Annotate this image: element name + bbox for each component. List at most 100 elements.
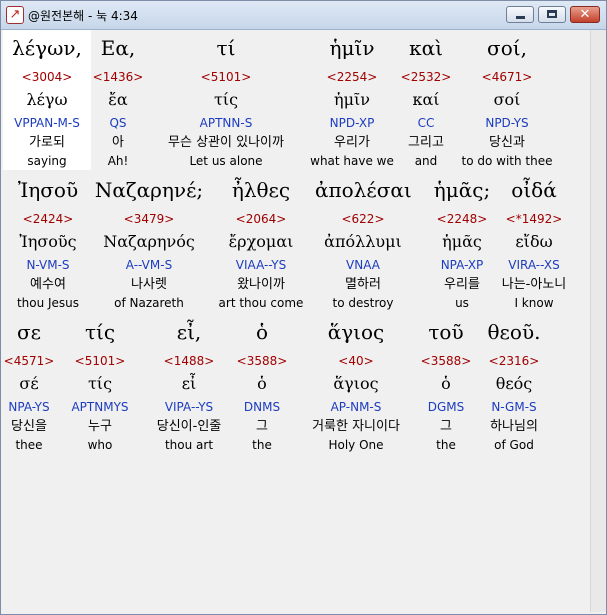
- strong-number: <3004>: [21, 70, 73, 84]
- greek-word: ἀπολέσαι: [315, 178, 412, 202]
- strong-number: <2248>: [436, 212, 488, 226]
- word-token[interactable]: ἡμᾶς; <2248> ἡμᾶς NPA-XP 우리를 us: [431, 172, 493, 312]
- english-gloss: and: [414, 154, 438, 168]
- parsing-code: VPPAN-M-S: [14, 116, 80, 130]
- strong-number: <1436>: [92, 70, 144, 84]
- word-token[interactable]: εἶ, <1488> εἶ VIPA--YS 당신이-인줄 thou art: [141, 314, 237, 454]
- interlinear-window: ↗ @원전본해 - 눅 4:34 ✕ λέγων, <3004> λέγω VPPAN…: [0, 0, 607, 615]
- lexical-form: ἅγιος: [333, 374, 379, 393]
- strong-number: <3588>: [420, 354, 472, 368]
- title-bar[interactable]: ↗ @원전본해 - 눅 4:34 ✕: [1, 1, 606, 30]
- strong-number: <5101>: [74, 354, 126, 368]
- strong-number: <40>: [338, 354, 374, 368]
- english-gloss: of Nazareth: [114, 296, 184, 310]
- parsing-code: AP-NM-S: [330, 400, 382, 414]
- english-gloss: Holy One: [328, 438, 384, 452]
- greek-word: λέγων,: [12, 36, 82, 60]
- word-token[interactable]: Ναζαρηνέ; <3479> Ναζαρηνός A--VM-S 나사렛 of Naz…: [94, 172, 204, 312]
- lexical-form: καί: [412, 90, 440, 109]
- word-token[interactable]: καὶ <2532> καί CC 그리고 and: [395, 30, 457, 170]
- word-token[interactable]: ἀπολέσαι <622> ἀπόλλυμι VNAA 멸하러 to destroy: [315, 172, 412, 312]
- parsing-code: APTNN-S: [199, 116, 253, 130]
- minimize-button[interactable]: [506, 6, 534, 23]
- strong-number: <5101>: [200, 70, 252, 84]
- lexical-form: ὁ: [257, 374, 267, 393]
- greek-word: Ναζαρηνέ;: [94, 178, 204, 202]
- greek-word: Ἰησοῦ: [17, 178, 79, 202]
- korean-gloss: 우리가: [334, 135, 370, 150]
- word-token[interactable]: τοῦ <3588> ὁ DGMS 그 the: [420, 314, 472, 454]
- lexical-form: ὁ: [441, 374, 451, 393]
- strong-number: <*1492>: [505, 212, 563, 226]
- word-token[interactable]: Εα, <1436> ἔα QS 아 Ah!: [92, 30, 144, 170]
- parsing-code: VIRA--XS: [508, 258, 560, 272]
- word-token[interactable]: Ἰησοῦ <2424> Ἰησοῦς N-VM-S 예수여 thou Jesus: [4, 172, 92, 312]
- greek-word: τίς: [84, 320, 116, 344]
- greek-word: θεοῦ.: [487, 320, 541, 344]
- word-token[interactable]: τί <5101> τίς APTNN-S 무슨 상관이 있나이까 Let us alon…: [148, 30, 304, 170]
- korean-gloss: 당신과: [489, 135, 525, 150]
- strong-number: <2532>: [400, 70, 452, 84]
- word-token[interactable]: ἡμῖν <2254> ἡμῖν NPD-XP 우리가 what have we: [307, 30, 397, 170]
- english-gloss: of God: [494, 438, 534, 452]
- english-gloss: what have we: [310, 154, 394, 168]
- lexical-form: ἔα: [108, 90, 128, 109]
- greek-word: Εα,: [100, 36, 136, 60]
- close-icon: ✕: [579, 7, 591, 22]
- korean-gloss: 우리를: [444, 277, 480, 292]
- lexical-form: τίς: [87, 374, 113, 393]
- word-token[interactable]: οἶδά <*1492> εἴδω VIRA--XS 나는-아노니 I know: [492, 172, 576, 312]
- strong-number: <4671>: [481, 70, 533, 84]
- greek-word: οἶδά: [511, 178, 557, 202]
- english-gloss: thou Jesus: [16, 296, 80, 310]
- lexical-form: ἡμῖν: [334, 90, 370, 109]
- strong-number: <622>: [341, 212, 385, 226]
- word-token[interactable]: σοί, <4671> σοί NPD-YS 당신과 to do with thee: [451, 30, 563, 170]
- word-token[interactable]: λέγων, <3004> λέγω VPPAN-M-S 가로되 saying: [3, 30, 91, 170]
- interlinear-panel: λέγων, <3004> λέγω VPPAN-M-S 가로되 saying Εα, <14…: [3, 30, 590, 612]
- english-gloss: to do with thee: [461, 154, 553, 168]
- english-gloss: Ah!: [107, 154, 129, 168]
- word-token[interactable]: ἅγιος <40> ἅγιος AP-NM-S 거룩한 자니이다 Holy One: [294, 314, 418, 454]
- word-token[interactable]: τίς <5101> τίς APTNMYS 누구 who: [63, 314, 137, 454]
- word-token[interactable]: θεοῦ. <2316> θεός N-GM-S 하나님의 of God: [478, 314, 550, 454]
- korean-gloss: 그리고: [408, 135, 444, 150]
- english-gloss: art thou come: [218, 296, 304, 310]
- korean-gloss: 누구: [88, 419, 112, 434]
- parsing-code: CC: [417, 116, 435, 130]
- greek-word: ἡμῖν: [329, 36, 375, 60]
- korean-gloss: 나는-아노니: [501, 277, 567, 292]
- strong-number: <2316>: [488, 354, 540, 368]
- english-gloss: thou art: [164, 438, 214, 452]
- strong-number: <2424>: [22, 212, 74, 226]
- lexical-form: Ναζαρηνός: [103, 232, 195, 251]
- english-gloss: I know: [514, 296, 554, 310]
- strong-number: <1488>: [163, 354, 215, 368]
- lexical-form: τίς: [213, 90, 239, 109]
- parsing-code: VNAA: [346, 258, 380, 272]
- strong-number: <3479>: [123, 212, 175, 226]
- maximize-button[interactable]: [538, 6, 566, 23]
- greek-word: εἶ,: [176, 320, 202, 344]
- english-gloss: the: [252, 438, 272, 452]
- maximize-icon: [547, 10, 557, 18]
- parsing-code: DGMS: [427, 400, 465, 414]
- greek-word: σε: [16, 320, 41, 344]
- strong-number: <2254>: [326, 70, 378, 84]
- lexical-form: σέ: [19, 374, 39, 393]
- lexical-form: ἀπόλλυμι: [324, 232, 402, 251]
- minimize-icon: [516, 16, 525, 19]
- korean-gloss: 멸하러: [345, 277, 381, 292]
- app-logo-icon[interactable]: ↗: [6, 6, 24, 24]
- parsing-code: VIPA--YS: [164, 400, 214, 414]
- parsing-code: A--VM-S: [125, 258, 173, 272]
- lexical-form: ἡμᾶς: [442, 232, 482, 251]
- korean-gloss: 당신이-인줄: [156, 419, 222, 434]
- word-token[interactable]: ὁ <3588> ὁ DNMS 그 the: [236, 314, 288, 454]
- parsing-code: QS: [109, 116, 127, 130]
- word-token[interactable]: ἦλθες <2064> ἔρχομαι VIAA--YS 왔나이까 art thou c…: [208, 172, 314, 312]
- vertical-scrollbar[interactable]: [590, 30, 606, 612]
- lexical-form: θεός: [495, 374, 533, 393]
- word-token[interactable]: σε <4571> σέ NPA-YS 당신을 thee: [3, 314, 55, 454]
- close-button[interactable]: ✕: [570, 6, 600, 23]
